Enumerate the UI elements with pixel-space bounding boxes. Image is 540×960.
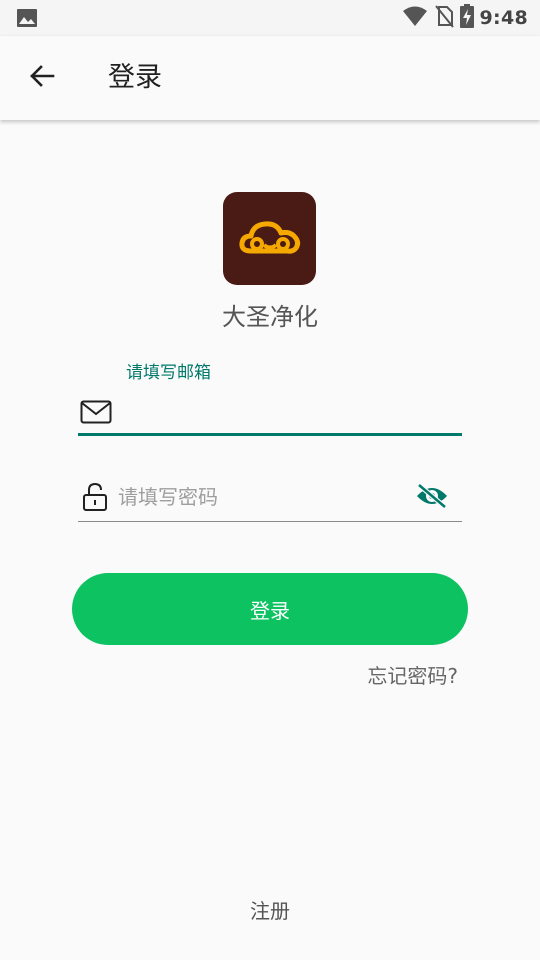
page-title: 登录 (108, 62, 162, 93)
lock-icon (82, 482, 108, 515)
gallery-icon (16, 8, 38, 32)
arrow-back-icon (29, 64, 55, 92)
email-underline (78, 433, 462, 436)
brand-name: 大圣净化 (222, 303, 318, 331)
status-bar: 9:48 (0, 0, 540, 36)
login-screen: 9:48 登录 大圣净化 请填写邮箱 登录 忘记密码? 注册 (0, 0, 540, 960)
login-button[interactable]: 登录 (72, 573, 468, 645)
status-time: 9:48 (479, 7, 528, 29)
app-bar: 登录 (0, 36, 540, 120)
app-logo (223, 192, 316, 285)
forgot-password-link[interactable]: 忘记密码? (367, 662, 458, 690)
email-label: 请填写邮箱 (126, 363, 211, 383)
cloud-logo-icon (238, 217, 301, 261)
no-sim-icon (434, 4, 460, 32)
password-input[interactable] (118, 478, 408, 516)
mail-icon (80, 400, 112, 428)
battery-charging-icon (459, 4, 480, 32)
password-underline (78, 521, 462, 522)
back-button[interactable] (20, 56, 64, 100)
password-visibility-toggle[interactable] (414, 482, 450, 514)
wifi-icon (402, 5, 434, 31)
email-input[interactable] (118, 394, 458, 430)
register-link[interactable]: 注册 (0, 897, 540, 925)
eye-off-icon (415, 483, 449, 513)
status-icons: 9:48 (402, 4, 528, 32)
